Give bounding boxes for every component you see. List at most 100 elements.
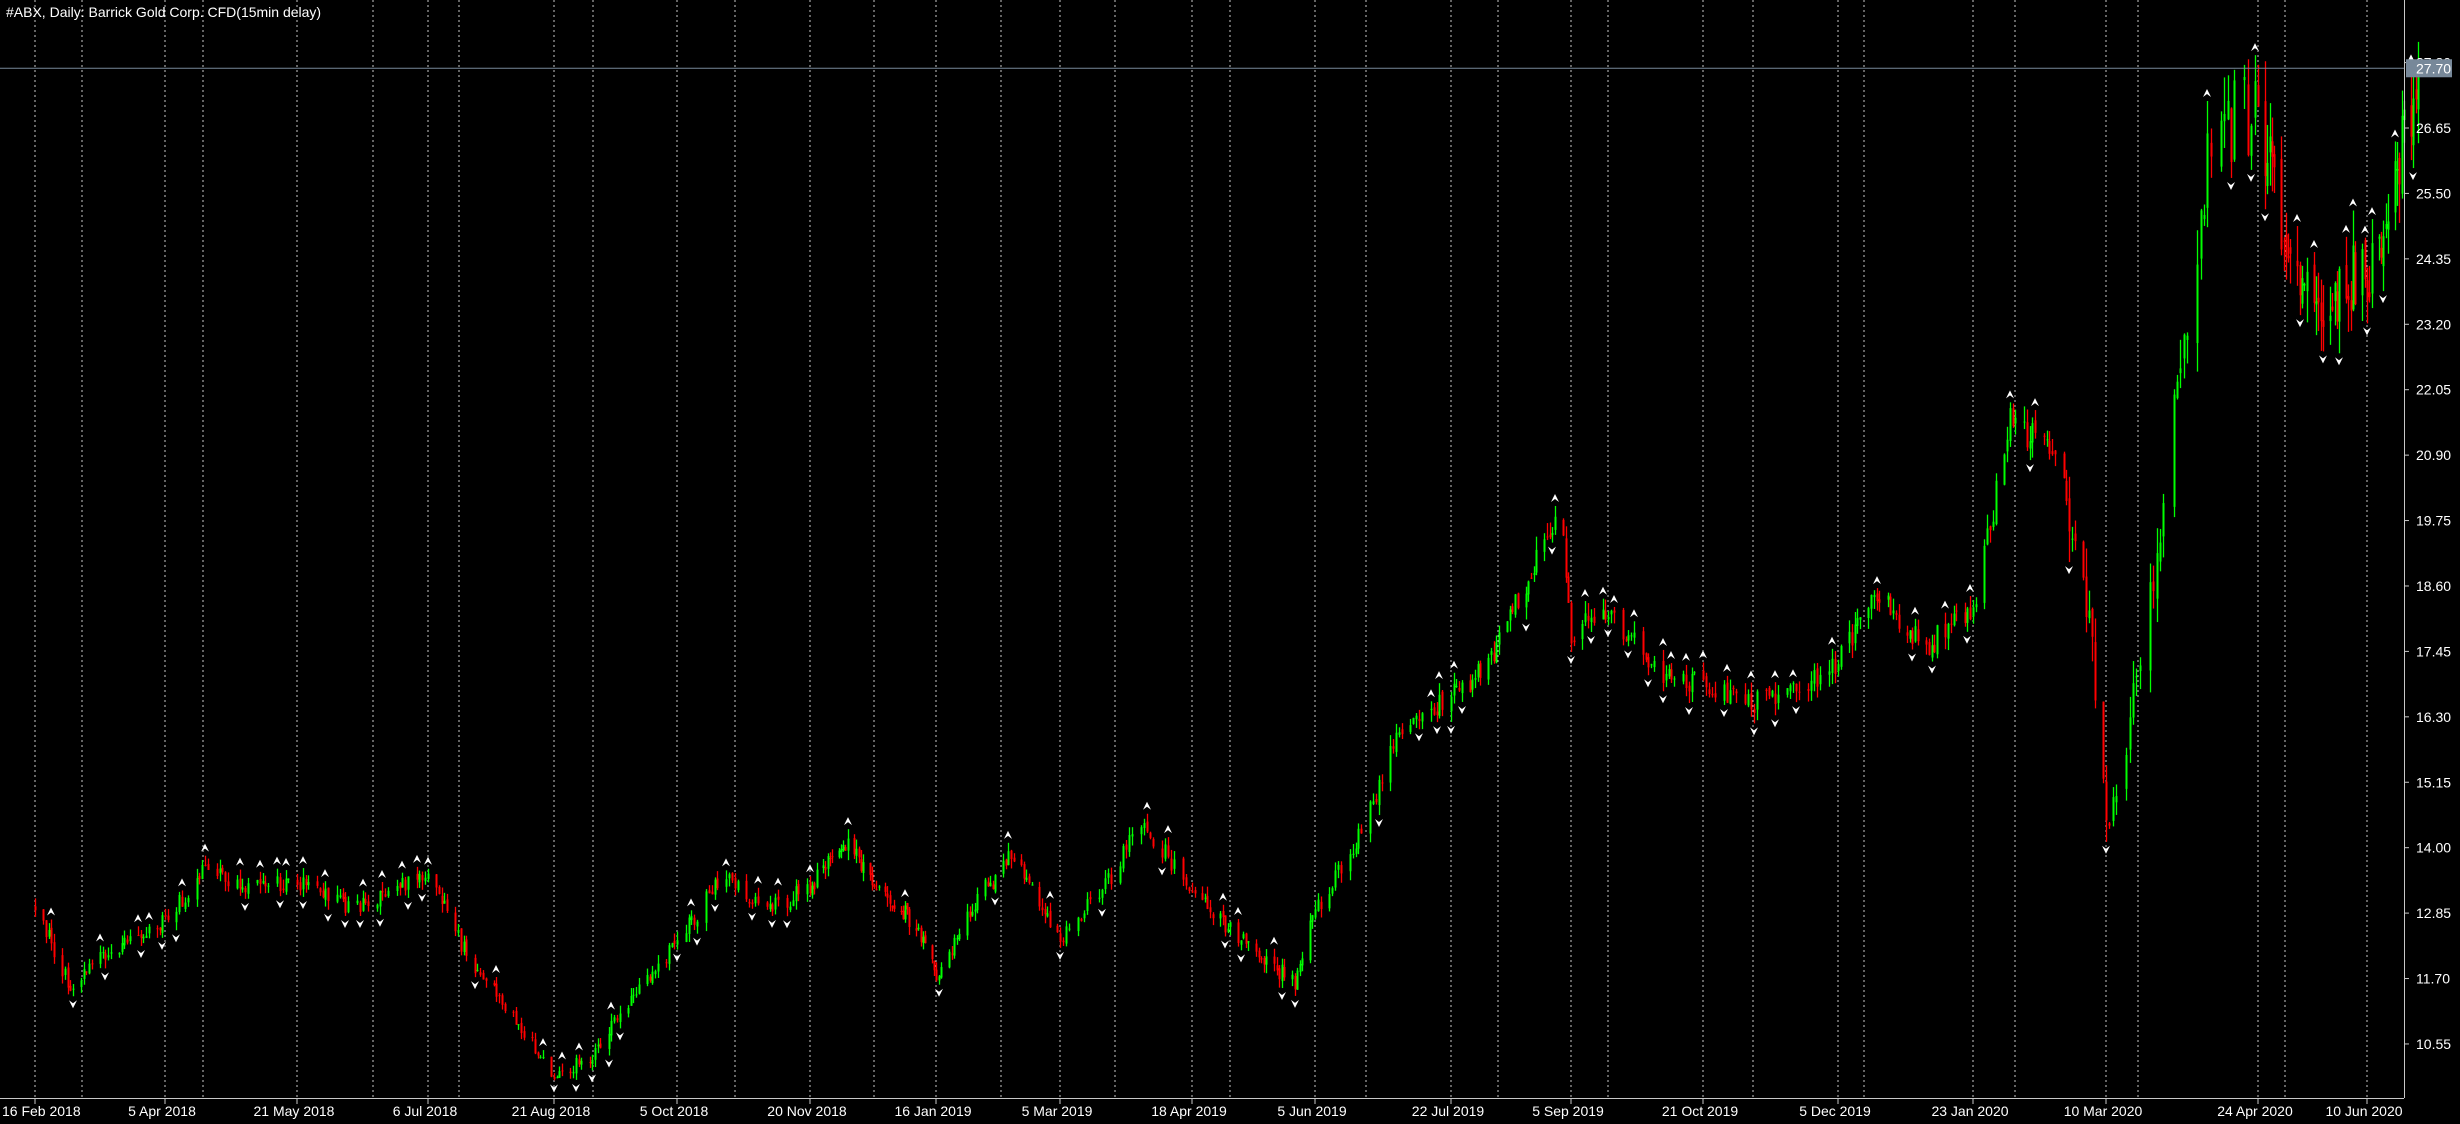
candle-body	[1792, 683, 1795, 685]
candle-body	[2296, 260, 2299, 267]
candle-body	[1273, 956, 1276, 964]
candle-body	[1357, 828, 1360, 849]
candle-body	[1194, 890, 1197, 894]
candle-body	[580, 1060, 583, 1065]
candle-body	[1535, 549, 1538, 573]
candle-body	[1950, 623, 1953, 625]
candle-body	[2266, 162, 2269, 186]
candle-body	[512, 1011, 515, 1013]
candle-body	[2006, 439, 2009, 452]
candle-body	[824, 866, 827, 870]
candle-body	[1670, 669, 1673, 680]
candle-body	[1083, 913, 1086, 919]
candle-body	[1517, 593, 1520, 608]
candle-body	[2299, 264, 2302, 296]
candle-body	[2247, 84, 2250, 156]
candle-body	[72, 988, 75, 990]
candle-body	[1219, 913, 1222, 919]
candle-body	[902, 910, 905, 920]
candle-body	[1237, 922, 1240, 943]
candle-body	[1471, 679, 1474, 690]
candle-body	[201, 864, 204, 880]
candle-body	[2091, 608, 2094, 637]
candle-body	[454, 912, 457, 932]
candle-body	[906, 903, 909, 910]
candle-body	[1768, 687, 1771, 696]
candle-body	[1630, 635, 1633, 637]
candle-body	[569, 1071, 572, 1074]
candle-body	[1714, 693, 1717, 698]
candle-body	[2139, 665, 2142, 671]
candle-body	[922, 936, 925, 944]
candle-body	[435, 874, 438, 888]
candle-body	[2354, 252, 2357, 305]
candle-body	[2112, 797, 2115, 821]
time-tick-label: 5 Jun 2019	[1277, 1103, 1346, 1119]
candle-body	[1161, 848, 1164, 858]
candle-body	[1688, 685, 1691, 692]
candle-body	[1527, 581, 1530, 595]
candle-body	[1023, 864, 1026, 879]
candle-body	[2334, 283, 2337, 302]
candle-body	[900, 910, 903, 913]
candle-body	[224, 872, 227, 882]
candle-body	[1947, 624, 1950, 639]
candle-body	[2338, 268, 2341, 322]
candle-body	[558, 1071, 561, 1078]
candle-body	[2329, 315, 2332, 322]
candle-body	[2271, 141, 2274, 157]
candle-body	[1469, 680, 1472, 692]
candle-body	[853, 838, 856, 855]
candle-body	[364, 899, 367, 904]
candle-body	[137, 935, 140, 937]
candle-body	[860, 859, 863, 871]
candle-body	[688, 917, 691, 934]
candle-body	[1331, 888, 1334, 894]
candle-body	[2088, 610, 2091, 619]
candle-body	[1140, 827, 1143, 835]
candle-body	[2315, 301, 2318, 305]
candle-body	[107, 955, 110, 958]
candle-body	[766, 902, 769, 907]
candle-body	[757, 896, 760, 904]
candle-body	[987, 881, 990, 887]
candle-body	[1509, 609, 1512, 621]
candle-body	[2054, 450, 2057, 455]
candle-body	[1708, 689, 1711, 694]
candle-body	[542, 1057, 545, 1059]
candle-body	[931, 945, 934, 960]
candle-body	[1149, 832, 1152, 838]
candle-body	[45, 920, 48, 938]
candle-body	[1729, 690, 1732, 704]
candle-body	[889, 895, 892, 904]
time-tick-label: 21 May 2018	[254, 1103, 335, 1119]
candle-body	[646, 974, 649, 985]
candle-body	[2301, 278, 2304, 304]
candle-body	[1816, 668, 1819, 687]
candle-body	[2074, 533, 2077, 542]
candle-body	[2345, 265, 2348, 299]
time-tick-label: 10 Mar 2020	[2064, 1103, 2143, 1119]
candle-body	[1691, 673, 1694, 693]
candle-body	[951, 953, 954, 955]
candle-body	[282, 888, 285, 890]
candle-body	[1188, 887, 1191, 891]
candle-body	[1395, 732, 1398, 752]
candle-body	[1514, 594, 1517, 615]
candle-body	[493, 982, 496, 986]
candle-body	[2206, 133, 2209, 208]
candle-body	[2176, 381, 2179, 399]
candle-body	[2412, 98, 2415, 146]
candle-body	[110, 952, 113, 954]
candle-body	[2361, 249, 2364, 296]
candle-body	[1975, 604, 1978, 608]
candle-body	[1665, 673, 1668, 681]
candle-body	[1005, 859, 1008, 866]
candle-body	[795, 886, 798, 902]
candle	[178, 891, 181, 915]
candle-body	[126, 939, 129, 943]
candle-body	[1038, 886, 1041, 907]
candle-body	[696, 921, 699, 927]
candle-body	[599, 1043, 602, 1048]
candle-body	[241, 887, 244, 890]
